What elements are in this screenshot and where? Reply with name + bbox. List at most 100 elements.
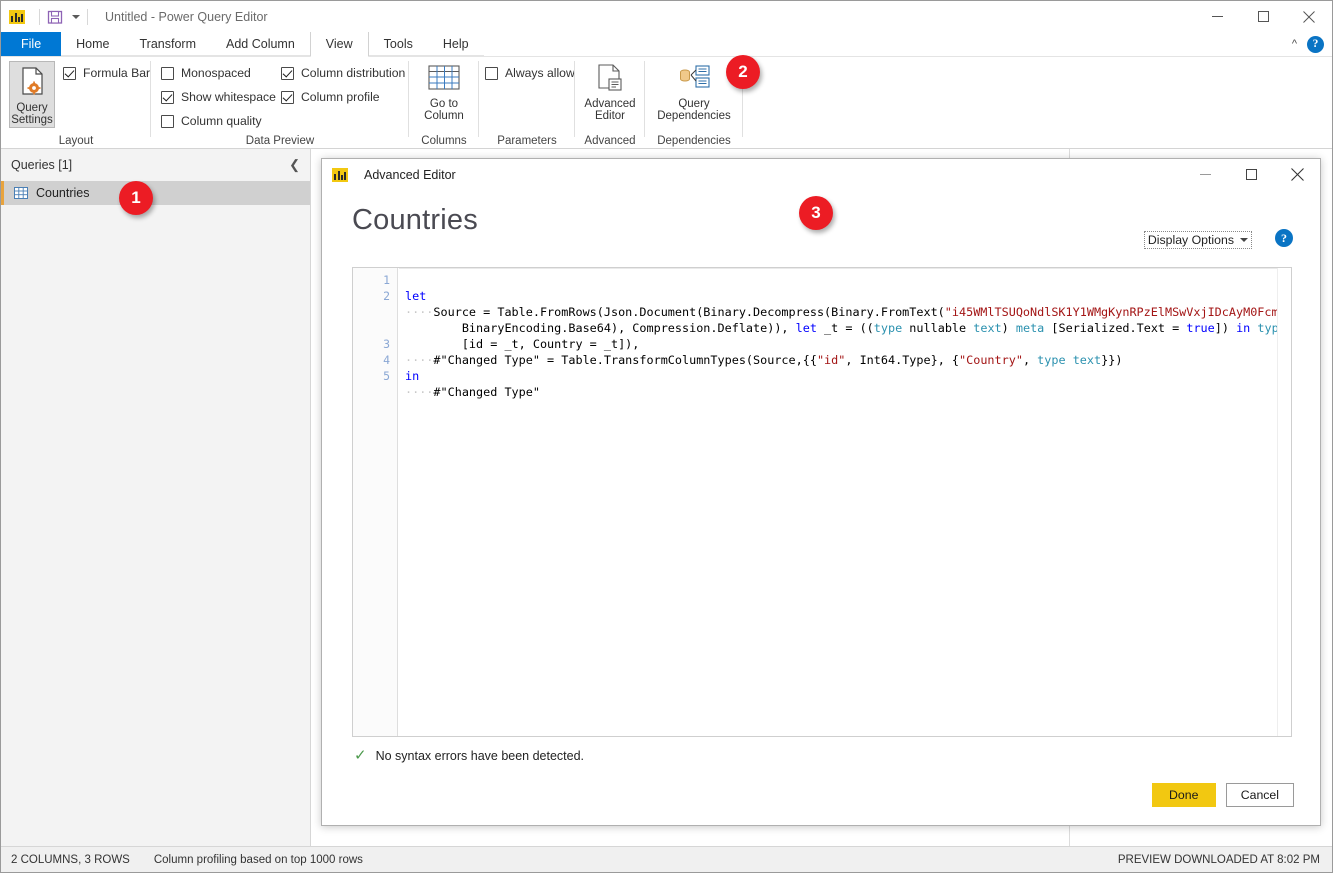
line-number-spacer	[353, 320, 397, 336]
column-profile-label: Column profile	[301, 90, 380, 104]
ribbon-group-label-advanced: Advanced	[575, 135, 645, 147]
checkbox-show-whitespace[interactable]: Show whitespace	[161, 90, 276, 104]
dialog-heading: Countries	[352, 204, 478, 237]
code-segment: ])	[1215, 321, 1236, 335]
formula-bar-label: Formula Bar	[83, 66, 150, 80]
code-keyword-let: let	[796, 321, 817, 335]
ribbon-group-label-columns: Columns	[409, 135, 479, 147]
power-query-editor-window: Untitled - Power Query Editor File Home …	[0, 0, 1333, 873]
code-text[interactable]: let····Source = Table.FromRows(Json.Docu…	[399, 268, 1277, 736]
quick-access-toolbar-chevron-down-icon[interactable]	[72, 15, 80, 19]
column-distribution-label: Column distribution	[301, 66, 405, 80]
code-whitespace: ····	[405, 385, 433, 399]
advanced-editor-dialog: Advanced Editor Countries Display Option…	[321, 158, 1321, 826]
code-editor[interactable]: 1 2 3 4 5 let····Source = Table.FromRows…	[352, 267, 1292, 737]
queries-pane: Queries [1] ❮ Countries	[1, 149, 311, 846]
column-quality-checkbox-box[interactable]	[161, 115, 174, 128]
status-profiling[interactable]: Column profiling based on top 1000 rows	[154, 854, 363, 866]
code-line-2c: [id = _t, Country = _t]),	[405, 336, 1277, 352]
checkbox-column-profile[interactable]: Column profile	[281, 90, 380, 104]
dialog-close-icon[interactable]	[1274, 159, 1320, 190]
code-line-2a: ····Source = Table.FromRows(Json.Documen…	[405, 304, 1277, 320]
checkbox-monospaced[interactable]: Monospaced	[161, 66, 251, 80]
code-segment: #"Changed Type"	[433, 385, 540, 399]
go-to-column-label-line1: Go to	[430, 98, 458, 111]
code-keyword-meta: meta	[1016, 321, 1044, 335]
checkbox-column-distribution[interactable]: Column distribution	[281, 66, 405, 80]
code-type-text: text	[973, 321, 1001, 335]
window-title: Untitled - Power Query Editor	[105, 10, 268, 24]
tab-view[interactable]: View	[310, 32, 369, 57]
help-button[interactable]: ?	[1307, 36, 1324, 53]
ribbon-group-data-preview: Monospaced Show whitespace Column qualit…	[151, 57, 409, 149]
checkmark-icon: ✓	[354, 748, 367, 763]
dialog-title-text: Advanced Editor	[364, 168, 456, 182]
close-icon[interactable]	[1286, 1, 1332, 32]
query-list-item-label: Countries	[36, 186, 90, 200]
code-literal-true: true	[1186, 321, 1214, 335]
column-profile-checkbox-box[interactable]	[281, 91, 294, 104]
tab-add-column[interactable]: Add Column	[211, 32, 310, 56]
save-icon[interactable]	[47, 9, 63, 25]
query-dependencies-label-line2: Dependencies	[657, 110, 731, 123]
advanced-editor-label-line2: Editor	[595, 110, 625, 123]
checkbox-column-quality[interactable]: Column quality	[161, 114, 262, 128]
titlebar-divider	[39, 9, 40, 25]
line-number: 2	[353, 288, 397, 304]
ribbon-group-label-data-preview: Data Preview	[151, 135, 409, 147]
window-controls	[1194, 1, 1332, 32]
checkbox-always-allow[interactable]: Always allow	[485, 66, 575, 80]
tab-home[interactable]: Home	[61, 32, 124, 56]
go-to-column-button[interactable]: Go to Column	[417, 64, 471, 123]
code-type-keyword-3: type	[1037, 353, 1065, 367]
query-list-item-countries[interactable]: Countries	[1, 181, 310, 205]
editor-vertical-scrollbar[interactable]	[1277, 268, 1291, 736]
code-line-5: ····#"Changed Type"	[405, 384, 1277, 400]
ribbon-group-label-layout: Layout	[1, 135, 151, 147]
minimize-icon[interactable]	[1194, 1, 1240, 32]
monospaced-checkbox-box[interactable]	[161, 67, 174, 80]
ribbon-collapse-chevron-up-icon[interactable]: ^	[1292, 39, 1297, 50]
maximize-icon[interactable]	[1240, 1, 1286, 32]
dialog-minimize-icon[interactable]	[1182, 159, 1228, 190]
code-line-2b: BinaryEncoding.Base64), Compression.Defl…	[405, 320, 1277, 336]
code-segment: [Serialized.Text =	[1044, 321, 1186, 335]
cancel-button[interactable]: Cancel	[1226, 783, 1294, 807]
always-allow-checkbox-box[interactable]	[485, 67, 498, 80]
query-dependencies-icon	[677, 64, 711, 98]
line-number: 3	[353, 336, 397, 352]
display-options-dropdown[interactable]: Display Options	[1144, 231, 1252, 249]
show-whitespace-label: Show whitespace	[181, 90, 276, 104]
dialog-powerbi-logo-icon	[332, 168, 348, 182]
query-settings-button[interactable]: Query Settings	[9, 61, 55, 128]
tab-help[interactable]: Help	[428, 32, 484, 56]
dialog-help-button[interactable]: ?	[1275, 229, 1293, 247]
column-distribution-checkbox-box[interactable]	[281, 67, 294, 80]
callout-badge-3: 3	[799, 196, 833, 230]
syntax-status: ✓ No syntax errors have been detected.	[354, 748, 584, 763]
ribbon-tabs: File Home Transform Add Column View Tool…	[1, 32, 1332, 57]
tab-transform[interactable]: Transform	[125, 32, 212, 56]
code-type-keyword-2: type	[1257, 321, 1277, 335]
queries-pane-header: Queries [1] ❮	[1, 149, 310, 181]
advanced-editor-button[interactable]: Advanced Editor	[578, 64, 642, 123]
code-segment: }})	[1101, 353, 1122, 367]
chevron-down-icon	[1240, 238, 1248, 242]
tab-tools[interactable]: Tools	[369, 32, 428, 56]
code-line-3: ····#"Changed Type" = Table.TransformCol…	[405, 352, 1277, 368]
checkbox-formula-bar[interactable]: Formula Bar	[63, 66, 150, 80]
formula-bar-checkbox-box[interactable]	[63, 67, 76, 80]
done-button[interactable]: Done	[1152, 783, 1216, 807]
show-whitespace-checkbox-box[interactable]	[161, 91, 174, 104]
ribbon-group-label-parameters: Parameters	[479, 135, 575, 147]
syntax-status-text: No syntax errors have been detected.	[376, 749, 584, 763]
title-bar: Untitled - Power Query Editor	[1, 1, 1332, 32]
chevron-left-icon[interactable]: ❮	[289, 157, 300, 173]
status-preview-downloaded: PREVIEW DOWNLOADED AT 8:02 PM	[1118, 854, 1332, 866]
query-settings-label-line1: Query	[16, 102, 47, 115]
dialog-maximize-icon[interactable]	[1228, 159, 1274, 190]
display-options-label: Display Options	[1148, 233, 1234, 247]
ribbon-group-label-dependencies: Dependencies	[645, 135, 743, 147]
code-whitespace: ····	[405, 305, 433, 319]
tab-file[interactable]: File	[1, 32, 61, 56]
